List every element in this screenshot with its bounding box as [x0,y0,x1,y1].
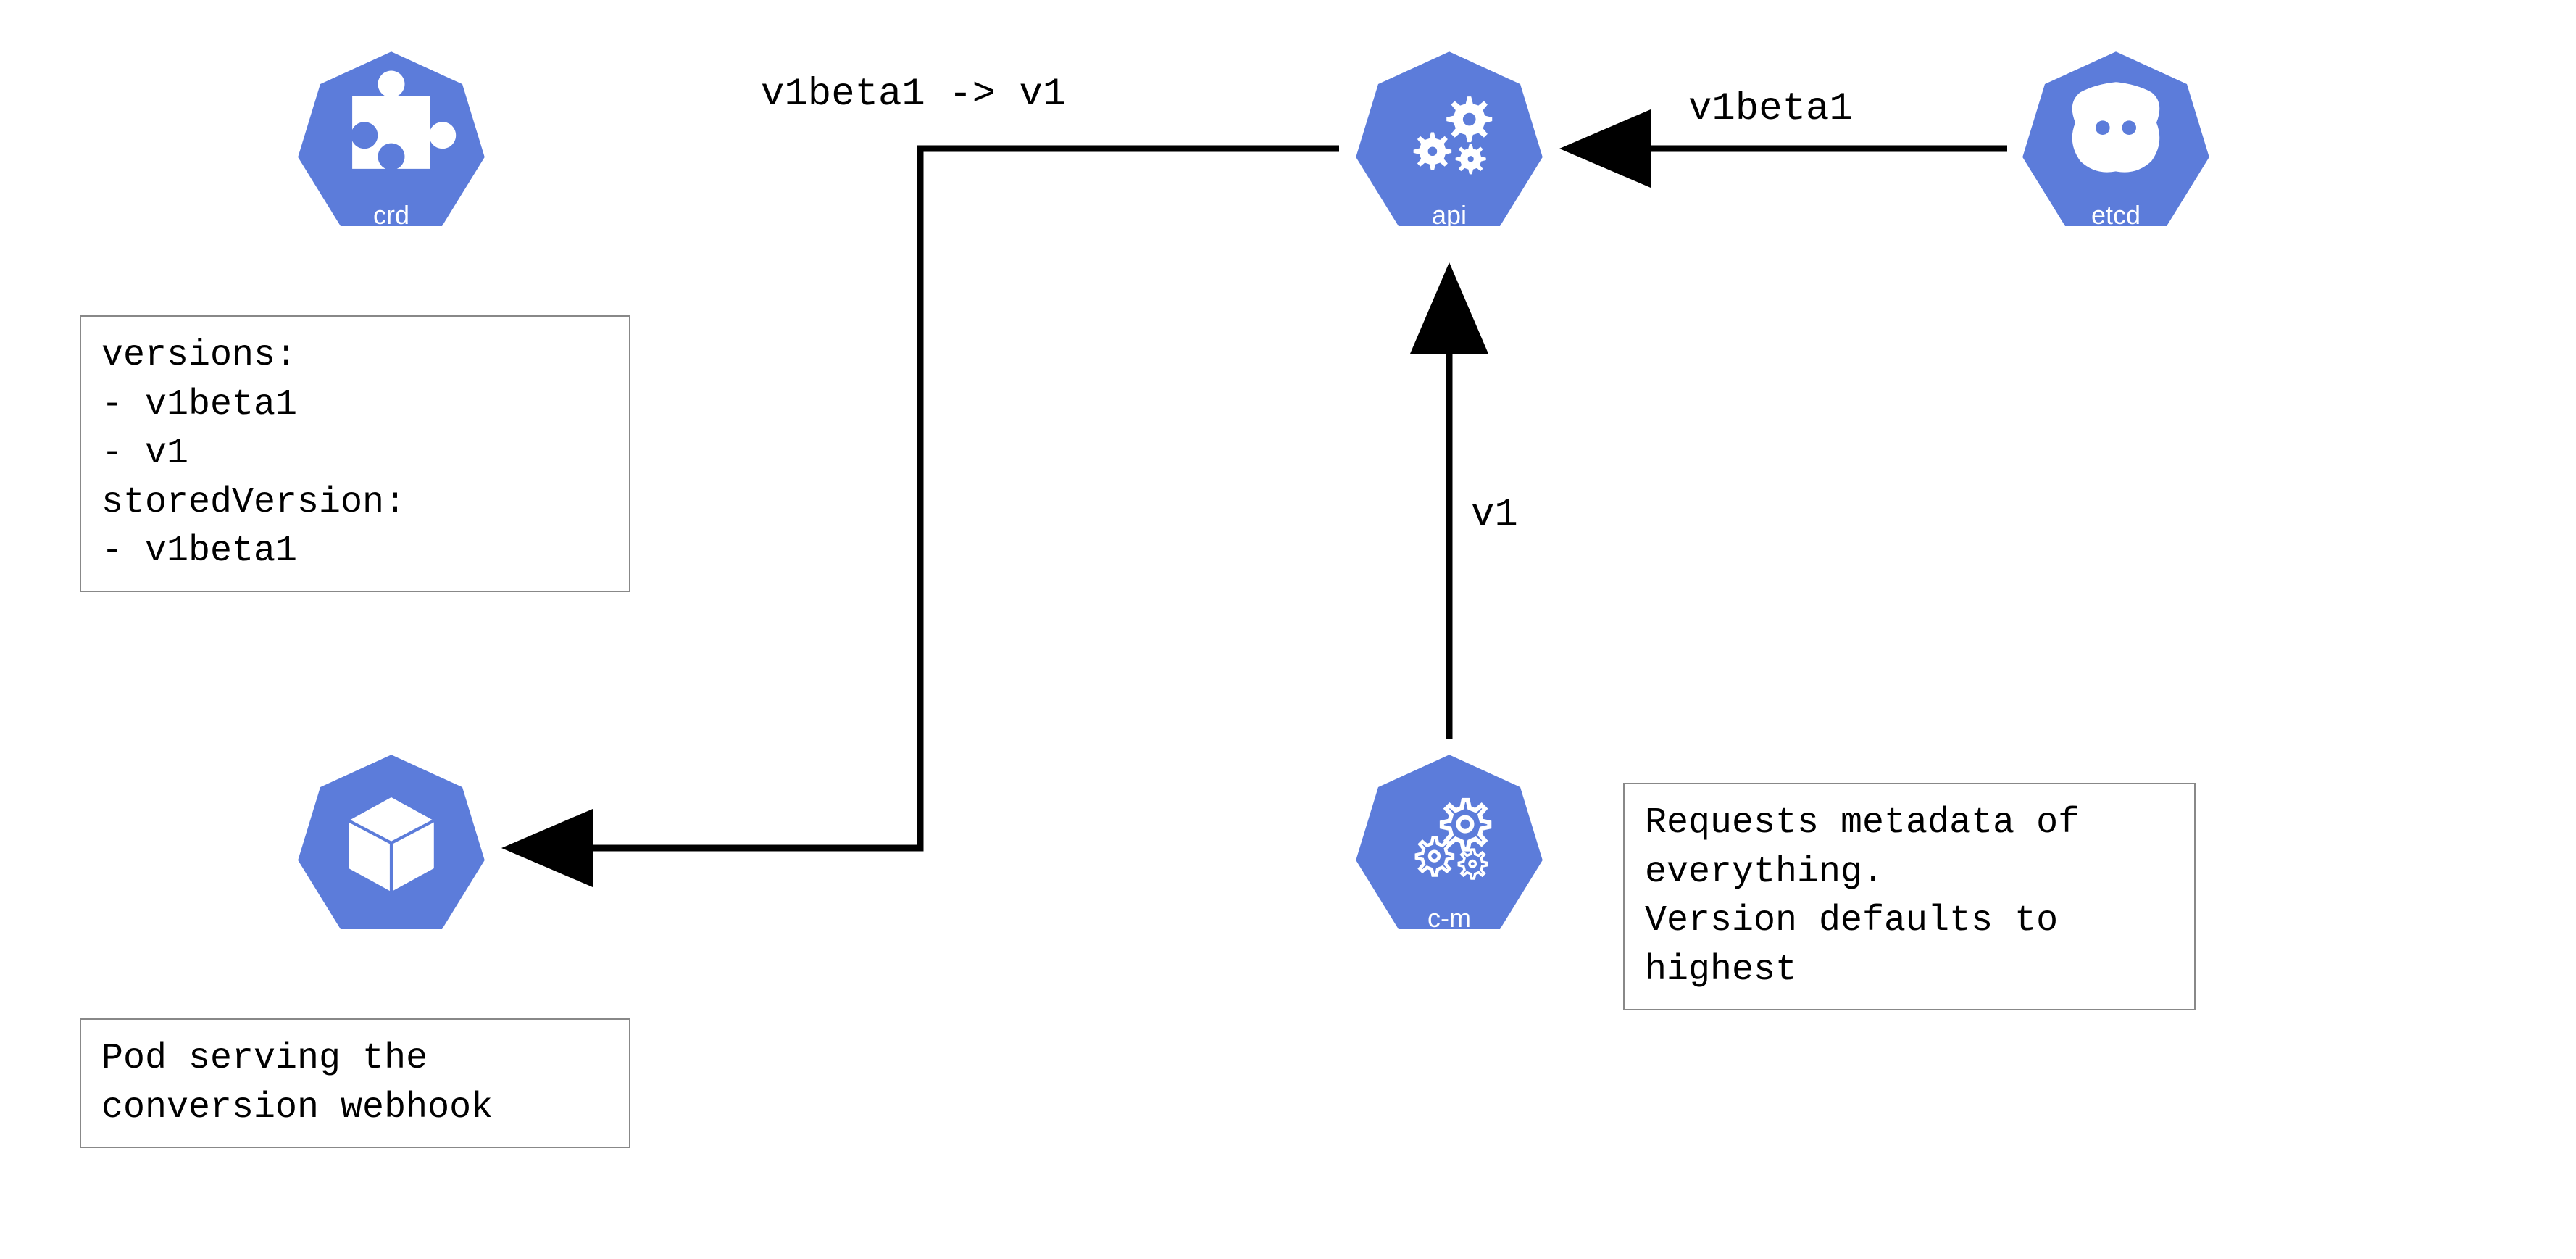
edge-cm-to-api-label: v1 [1471,493,1518,537]
arrows-overlay [0,0,2576,1259]
edge-api-to-pod-label: v1beta1 -> v1 [761,72,1066,117]
edge-etcd-to-api-label: v1beta1 [1688,87,1853,131]
